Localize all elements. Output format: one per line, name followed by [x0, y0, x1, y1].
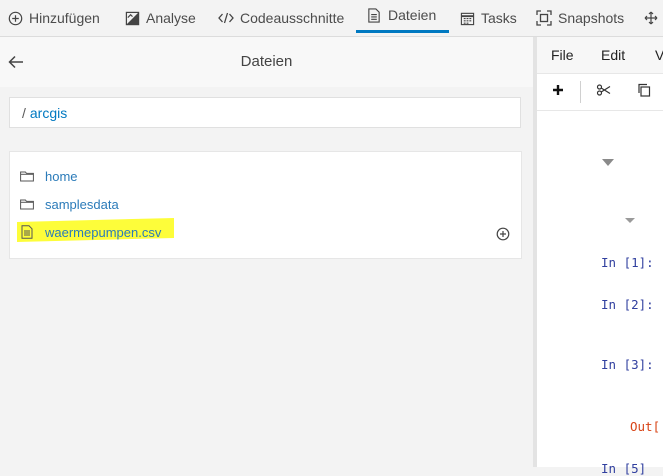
notebook-panel: File Edit V In [1]: In [2]: In [3]: Out[…	[537, 37, 663, 476]
file-list: home samplesdata waermepumpen.csv	[9, 151, 522, 259]
tab-analyse[interactable]: Analyse	[124, 0, 196, 36]
snapshot-icon	[536, 10, 552, 26]
notebook-toolbar	[537, 74, 663, 111]
panel-title: Dateien	[240, 53, 293, 70]
code-icon	[218, 10, 234, 26]
menu-view[interactable]: V	[655, 47, 663, 63]
add-file-button-icon[interactable]	[496, 227, 510, 241]
notebook-menubar: File Edit V	[537, 37, 663, 74]
list-item[interactable]: waermepumpen.csv	[20, 222, 161, 242]
files-panel: Dateien / arcgis home samplesdata waermep…	[0, 37, 533, 467]
cell-prompt: In [3]:	[601, 357, 654, 372]
add-circle-icon	[7, 10, 23, 26]
collapse-caret-small-icon[interactable]	[625, 218, 635, 223]
tab-files-label: Dateien	[388, 7, 437, 23]
cell-prompt: In [2]:	[601, 297, 654, 312]
tab-snapshots-label: Snapshots	[558, 10, 625, 26]
file-name: samplesdata	[45, 196, 119, 212]
file-name: home	[45, 168, 78, 184]
tab-snippets-label: Codeausschnitte	[240, 10, 345, 26]
collapse-caret-icon[interactable]	[602, 159, 614, 166]
analysis-icon	[124, 10, 140, 26]
top-toolbar: Hinzufügen Analyse Codeausschnitte Datei…	[0, 0, 663, 37]
files-panel-header: Dateien	[0, 37, 533, 87]
tab-snippets[interactable]: Codeausschnitte	[218, 0, 344, 36]
cell-prompt: In [1]:	[601, 255, 654, 270]
folder-icon	[20, 197, 34, 211]
menu-edit[interactable]: Edit	[601, 47, 625, 63]
tab-snapshots[interactable]: Snapshots	[536, 0, 624, 36]
path-breadcrumb: / arcgis	[9, 97, 521, 128]
folder-icon	[20, 169, 34, 183]
tab-tasks-label: Tasks	[481, 10, 517, 26]
share-icon	[643, 10, 659, 26]
list-item[interactable]: home	[20, 166, 78, 186]
menu-file[interactable]: File	[551, 47, 574, 63]
scissors-icon[interactable]	[596, 82, 614, 100]
document-icon	[366, 7, 382, 23]
path-root: /	[22, 105, 26, 121]
tab-more[interactable]	[643, 0, 663, 36]
tab-files[interactable]: Dateien	[356, 0, 449, 33]
tab-add-label: Hinzufügen	[29, 10, 100, 26]
cell-prompt: In [5]	[601, 461, 647, 476]
path-folder-link[interactable]: arcgis	[30, 105, 67, 121]
toolbar-separator	[580, 81, 581, 103]
tab-tasks[interactable]: Tasks	[459, 0, 517, 36]
file-icon	[20, 225, 34, 239]
calendar-icon	[459, 10, 475, 26]
tab-analyse-label: Analyse	[146, 10, 196, 26]
file-name: waermepumpen.csv	[45, 224, 162, 240]
cell-output-prompt: Out[	[630, 419, 661, 434]
tab-add[interactable]: Hinzufügen	[7, 0, 100, 36]
insert-cell-plus-icon[interactable]	[550, 82, 568, 100]
copy-icon[interactable]	[636, 82, 654, 100]
list-item[interactable]: samplesdata	[20, 194, 119, 214]
